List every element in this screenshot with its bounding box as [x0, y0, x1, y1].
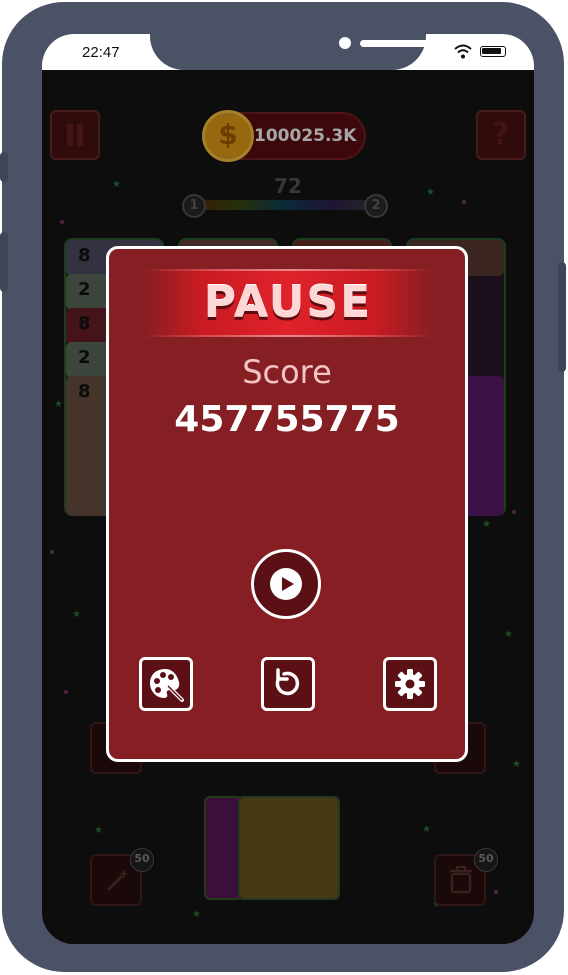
phone-mute-switch	[0, 152, 8, 182]
pause-dialog: PAUSE Score 457755775	[106, 246, 468, 762]
status-time: 22:47	[82, 44, 120, 61]
palette-icon	[150, 669, 184, 702]
phone-power-button	[558, 262, 566, 372]
wifi-icon	[454, 44, 472, 59]
battery-icon	[480, 46, 506, 57]
status-bar: 22:47	[42, 34, 534, 70]
theme-button[interactable]	[139, 657, 193, 711]
restart-icon	[275, 668, 300, 696]
speaker-grille	[360, 40, 430, 47]
banner-bottom-line	[143, 335, 433, 337]
pause-title-banner: PAUSE	[143, 269, 433, 337]
settings-button[interactable]	[383, 657, 437, 711]
pause-title: PAUSE	[203, 277, 373, 328]
score-label: Score	[242, 353, 332, 391]
resume-play-button[interactable]	[251, 549, 321, 619]
score-value: 457755775	[174, 399, 400, 440]
gear-icon	[395, 669, 425, 699]
phone-notch	[150, 34, 430, 70]
restart-button[interactable]	[261, 657, 315, 711]
phone-volume-button	[0, 232, 8, 292]
front-camera	[339, 37, 351, 49]
play-icon	[270, 568, 302, 600]
